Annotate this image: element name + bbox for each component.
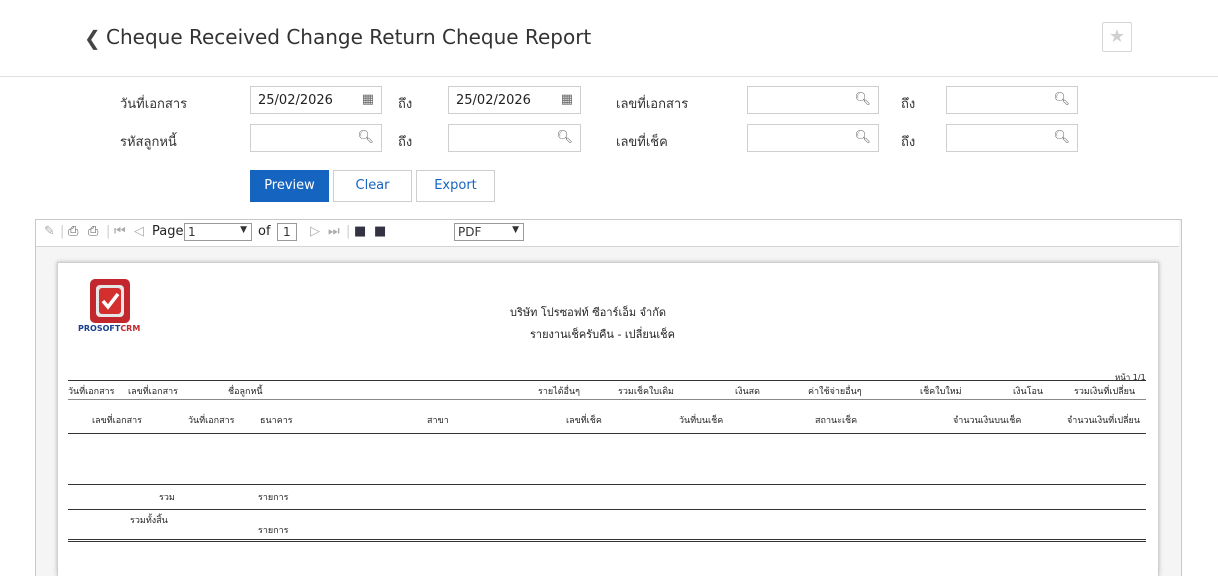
grand-total-label: รวมทั้งสิ้น [130, 516, 168, 526]
report-header-mid-line [68, 399, 1146, 400]
page-select[interactable]: 1 ▼ [184, 223, 252, 241]
search-icon[interactable]: 🔍︎ [1053, 130, 1070, 145]
viewer-toolbar: ✎ | ⎙ ⎙ | ⏮ ◁ Page 1 ▼ of 1 ▷ ⏭ | ■ ■ PD… [36, 220, 1179, 247]
favorite-star-icon[interactable]: ★ [1102, 22, 1132, 52]
doc-date-to-input[interactable]: 25/02/2026 ▦ [448, 86, 581, 114]
doc-date-to-value: 25/02/2026 [456, 93, 531, 108]
report-page: PROSOFTCRM บริษัท โปรซอฟท์ ซีอาร์เอ็ม จำ… [57, 262, 1159, 576]
logo-text-crm: CRM [120, 324, 141, 333]
search-icon[interactable]: 🔍︎ [1053, 92, 1070, 107]
eraser-icon[interactable]: ✎ [44, 224, 55, 239]
col-cash: เงินสด [735, 387, 760, 397]
export-format-value: PDF [458, 225, 482, 239]
to-label: ถึง [901, 97, 916, 112]
report-title: รายงานเช็ครับคืน - เปลี่ยนเช็ค [530, 328, 675, 341]
report-company-name: บริษัท โปรซอฟท์ ซีอาร์เอ็ม จำกัด [510, 306, 666, 319]
preview-button[interactable]: Preview [250, 170, 329, 202]
report-header-bottom-line [68, 433, 1146, 434]
first-page-icon[interactable]: ⏮ [114, 224, 126, 239]
col-branch: สาขา [427, 416, 449, 426]
grand-total-line-1 [68, 539, 1146, 540]
col-sub-doc-no: เลขที่เอกสาร [92, 416, 142, 426]
cheque-no-to-input[interactable]: 🔍︎ [946, 124, 1078, 152]
col-changed-amount: จำนวนเงินที่เปลี่ยน [1067, 416, 1140, 426]
export-format-select[interactable]: PDF ▼ [454, 223, 524, 241]
col-doc-date: วันที่เอกสาร [68, 387, 115, 397]
col-debtor-name: ชื่อลูกหนี้ [228, 387, 263, 397]
search-icon[interactable]: 🔍︎ [357, 130, 374, 145]
page-label: Page [152, 224, 184, 239]
col-cheque-date: วันที่บนเช็ค [679, 416, 724, 426]
subtotal-bottom-line [68, 509, 1146, 510]
col-new-cheque: เช็คใบใหม่ [920, 387, 962, 397]
col-transfer: เงินโอน [1013, 387, 1044, 397]
back-chevron-icon[interactable]: ❮ [84, 26, 101, 50]
subtotal-label: รวม [159, 493, 175, 503]
of-label: of [258, 224, 271, 239]
subtotal-top-line [68, 484, 1146, 485]
debtor-code-label: รหัสลูกหนี้ [120, 135, 177, 150]
doc-date-from-input[interactable]: 25/02/2026 ▦ [250, 86, 382, 114]
cheque-no-label: เลขที่เช็ค [616, 135, 668, 150]
print-preview-icon[interactable]: ⎙ [88, 224, 98, 239]
cheque-no-from-input[interactable]: 🔍︎ [747, 124, 879, 152]
page-value: 1 [188, 225, 196, 239]
search-icon[interactable]: 🔍︎ [854, 130, 871, 145]
print-icon[interactable]: ⎙ [68, 224, 78, 239]
col-cheque-no: เลขที่เช็ค [566, 416, 602, 426]
logo-text-prosoft: PROSOFT [78, 324, 121, 333]
save-icon[interactable]: ■ [354, 224, 366, 239]
last-page-icon[interactable]: ⏭ [328, 224, 340, 239]
debtor-code-to-input[interactable]: 🔍︎ [448, 124, 581, 152]
col-other-expenses: ค่าใช้จ่ายอื่นๆ [808, 387, 862, 397]
export-button[interactable]: Export [416, 170, 495, 202]
debtor-code-from-input[interactable]: 🔍︎ [250, 124, 382, 152]
search-icon[interactable]: 🔍︎ [556, 130, 573, 145]
total-pages-box: 1 [277, 223, 297, 241]
subtotal-items-label: รายการ [258, 493, 289, 503]
clear-button[interactable]: Clear [333, 170, 412, 202]
calendar-icon[interactable]: ▦ [362, 92, 374, 107]
col-cheque-status: สถานะเช็ค [815, 416, 858, 426]
grand-total-line-2 [68, 541, 1146, 542]
to-label: ถึง [398, 97, 413, 112]
calendar-icon[interactable]: ▦ [561, 92, 573, 107]
doc-date-label: วันที่เอกสาร [120, 97, 188, 112]
total-pages-value: 1 [283, 225, 291, 239]
col-bank: ธนาคาร [260, 416, 293, 426]
to-label: ถึง [398, 135, 413, 150]
dropdown-arrow-icon: ▼ [512, 225, 519, 235]
next-page-icon[interactable]: ▷ [310, 224, 320, 239]
grand-total-items-label: รายการ [258, 526, 289, 536]
prev-page-icon[interactable]: ◁ [134, 224, 144, 239]
report-page-info: หน้า 1/1 [1115, 373, 1146, 382]
export-save-icon[interactable]: ■ [374, 224, 386, 239]
search-icon[interactable]: 🔍︎ [854, 92, 871, 107]
doc-no-from-input[interactable]: 🔍︎ [747, 86, 879, 114]
doc-date-from-value: 25/02/2026 [258, 93, 333, 108]
dropdown-arrow-icon: ▼ [240, 225, 247, 235]
doc-no-to-input[interactable]: 🔍︎ [946, 86, 1078, 114]
page-title: Cheque Received Change Return Cheque Rep… [106, 25, 592, 49]
col-doc-no: เลขที่เอกสาร [128, 387, 178, 397]
prosoft-logo: PROSOFTCRM [78, 277, 141, 335]
report-header-top-line [68, 380, 1146, 381]
col-cheque-amount: จำนวนเงินบนเช็ค [953, 416, 1022, 426]
col-other-income: รายได้อื่นๆ [538, 387, 580, 397]
doc-no-label: เลขที่เอกสาร [616, 97, 689, 112]
col-changed-total: รวมเงินที่เปลี่ยน [1074, 387, 1136, 397]
col-sub-doc-date: วันที่เอกสาร [188, 416, 235, 426]
col-original-cheque-total: รวมเช็คใบเดิม [618, 387, 674, 397]
to-label: ถึง [901, 135, 916, 150]
